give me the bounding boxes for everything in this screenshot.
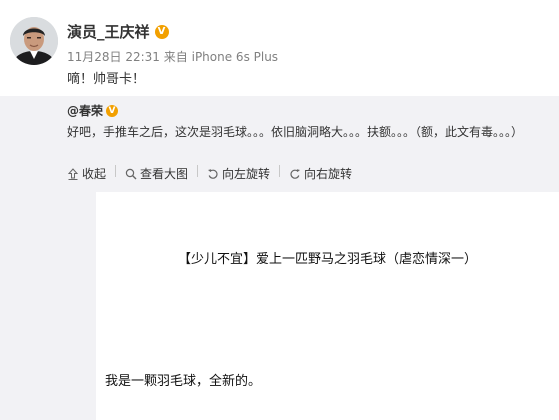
rotate-left-button[interactable]: 向左旋转 <box>207 165 270 182</box>
collapse-button[interactable]: 收起 <box>67 165 106 182</box>
original-text: 好吧，手推车之后，这次是羽毛球。。。依旧脑洞略大。。。扶额。。。（额，此文有毒。… <box>67 125 524 139</box>
verified-badge-icon <box>154 24 169 39</box>
rotate-right-button[interactable]: 向右旋转 <box>289 165 352 182</box>
view-large-button[interactable]: 查看大图 <box>125 165 188 182</box>
from-label: 来自 <box>163 50 188 64</box>
attached-image[interactable]: 【少儿不宜】爱上一匹野马之羽毛球（虐恋情深一） 我是一颗羽毛球，全新的。 <box>96 192 559 420</box>
image-body-text: 我是一颗羽毛球，全新的。 <box>105 374 262 389</box>
original-author-row[interactable]: @春荣 <box>67 102 119 119</box>
collapse-icon <box>67 167 79 180</box>
rotate-right-label: 向右旋转 <box>304 167 353 181</box>
author-name[interactable]: 演员_王庆祥 <box>67 21 150 42</box>
rotate-left-icon <box>208 168 218 179</box>
divider <box>197 165 199 177</box>
divider <box>279 165 281 177</box>
rotate-right-icon <box>290 168 301 179</box>
original-author[interactable]: @春荣 <box>67 102 103 119</box>
post-text: 嘀！帅哥卡！ <box>67 72 146 87</box>
avatar[interactable] <box>10 17 58 65</box>
view-large-label: 查看大图 <box>140 167 189 181</box>
collapse-label: 收起 <box>82 167 107 181</box>
author-name-row[interactable]: 演员_王庆祥 <box>67 21 169 42</box>
magnify-icon <box>125 168 137 179</box>
divider <box>115 165 117 177</box>
weibo-post: 演员_王庆祥 11月28日 22:31 来自 iPhone 6s Plus 嘀！… <box>0 0 559 96</box>
image-toolbar: 收起 查看大图 向左旋转 向右旋转 <box>67 165 352 182</box>
post-time[interactable]: 11月28日 22:31 <box>67 50 160 64</box>
post-meta: 11月28日 22:31 来自 iPhone 6s Plus <box>67 48 278 65</box>
verified-badge-icon <box>106 104 119 117</box>
rotate-left-label: 向左旋转 <box>222 167 271 181</box>
avatar-image <box>10 17 58 65</box>
repost-box: @春荣 好吧，手推车之后，这次是羽毛球。。。依旧脑洞略大。。。扶额。。。（额，此… <box>0 96 559 420</box>
image-title-text: 【少儿不宜】爱上一匹野马之羽毛球（虐恋情深一） <box>177 252 477 267</box>
post-source[interactable]: iPhone 6s Plus <box>192 50 278 64</box>
